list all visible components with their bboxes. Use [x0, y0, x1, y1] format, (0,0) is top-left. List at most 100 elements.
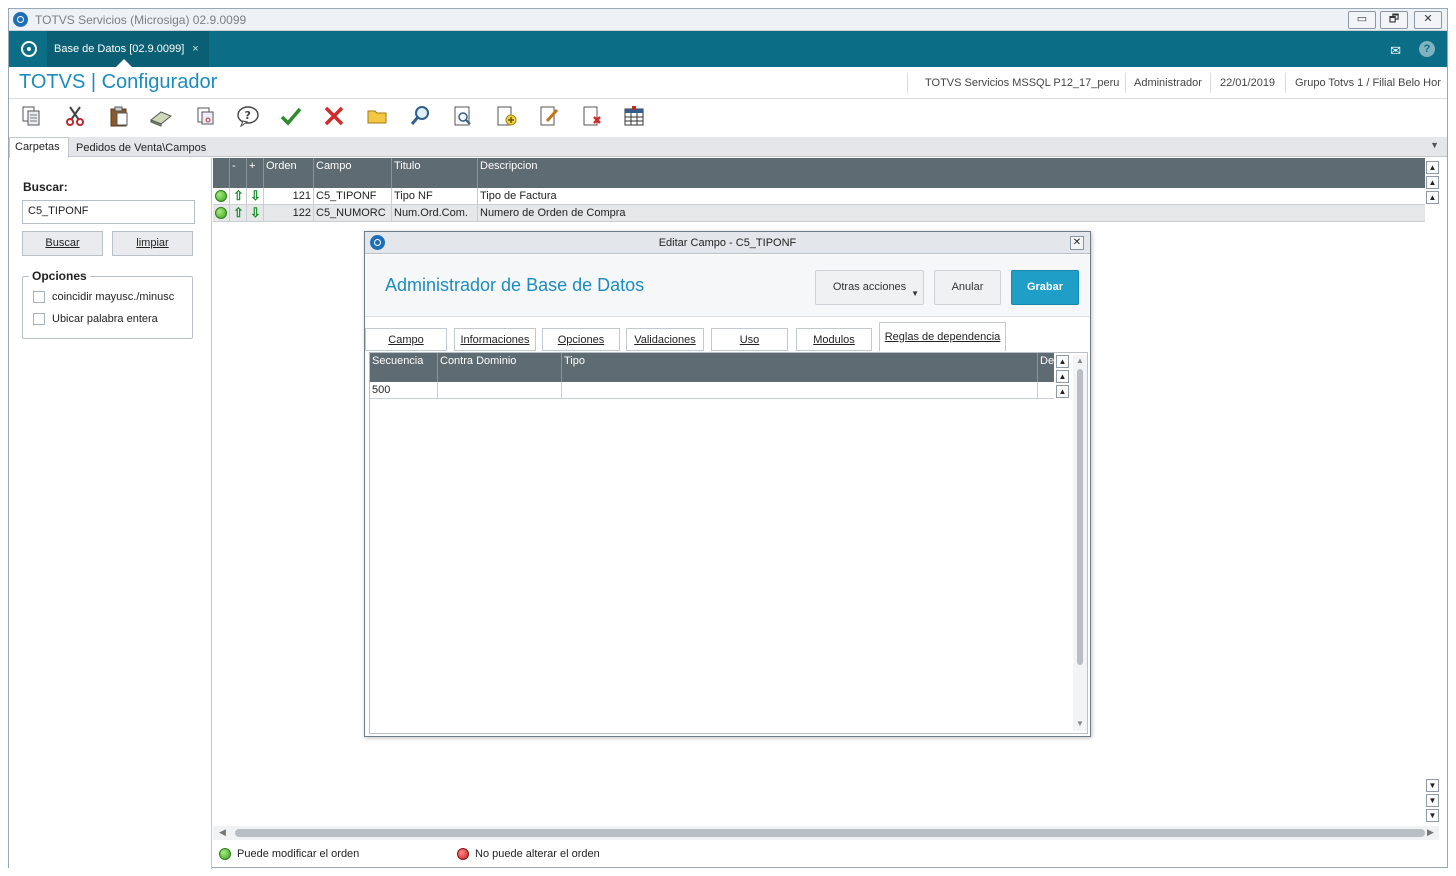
move-down-cell[interactable]: ⇩: [247, 188, 264, 205]
folder-icon[interactable]: [364, 105, 390, 131]
contra-dominio-cell: [438, 382, 562, 399]
dialog-heading: Administrador de Base de Datos: [385, 275, 645, 295]
col-orden[interactable]: Orden: [264, 158, 314, 188]
col-minus-label[interactable]: -: [230, 158, 247, 188]
scissors-copy-icon[interactable]: [192, 105, 218, 131]
scroll-left-icon[interactable]: ◀: [219, 827, 226, 838]
inner-scroll-track[interactable]: ▲ ▼: [1073, 355, 1087, 731]
save-button[interactable]: Grabar: [1011, 270, 1079, 305]
preview-icon[interactable]: [450, 105, 476, 131]
close-window-button[interactable]: ✕: [1414, 11, 1442, 29]
tab-carpetas[interactable]: Carpetas: [9, 137, 69, 158]
restore-button[interactable]: 🗗: [1380, 11, 1408, 29]
table-row[interactable]: ⇧ ⇩ 122 C5_NUMORC Num.Ord.Com. Numero de…: [213, 205, 1425, 222]
tab-campo[interactable]: Campo: [365, 328, 447, 351]
search-icon[interactable]: [407, 105, 433, 131]
table-row[interactable]: 500: [370, 382, 1054, 399]
scroll-thumb[interactable]: [1077, 369, 1083, 665]
scroll-page-down-icon[interactable]: ▼: [1426, 794, 1439, 807]
descripcion-cell: Tipo de Factura: [480, 190, 557, 202]
whole-word-checkbox[interactable]: [33, 313, 45, 325]
scroll-thumb[interactable]: [235, 829, 1425, 837]
grid-vertical-scrollbar[interactable]: ▲ ▲ ▲ ▼ ▼ ▼: [1426, 161, 1440, 831]
paste-icon[interactable]: [106, 105, 132, 131]
table-row[interactable]: ⇧ ⇩ 121 C5_TIPONF Tipo NF Tipo de Factur…: [213, 188, 1425, 205]
move-up-cell[interactable]: ⇧: [230, 188, 247, 205]
search-input[interactable]: C5_TIPONF: [22, 200, 195, 224]
edit-field-dialog: Editar Campo - C5_TIPONF ✕ Administrador…: [364, 231, 1091, 737]
delete-document-icon[interactable]: [579, 105, 605, 131]
tab-modulos[interactable]: Modulos: [796, 328, 872, 351]
arrow-up-icon[interactable]: ⇧: [233, 206, 244, 220]
scroll-up-icon[interactable]: ▲: [1426, 191, 1439, 204]
branch-label: Grupo Totvs 1 / Filial Belo Hor: [1295, 77, 1441, 89]
tab-informaciones[interactable]: Informaciones: [454, 328, 536, 351]
tab-validaciones[interactable]: Validaciones: [626, 328, 704, 351]
divider: [1210, 73, 1211, 93]
confirm-check-icon[interactable]: [278, 105, 304, 131]
page-title: TOTVS | Configurador: [19, 71, 218, 93]
scroll-page-up-icon[interactable]: ▲: [1426, 176, 1439, 189]
scroll-down-icon[interactable]: ▼: [1076, 719, 1084, 728]
tab-pedidos-campos[interactable]: Pedidos de Venta\Campos: [76, 140, 206, 156]
help-bubble-icon[interactable]: ?: [235, 105, 261, 131]
table-icon[interactable]: [621, 105, 647, 131]
add-document-icon[interactable]: [493, 105, 519, 131]
totvs-logo-icon: [13, 12, 28, 27]
grid-horizontal-scrollbar[interactable]: ◀ ▶: [213, 826, 1439, 840]
chevron-down-icon[interactable]: ▼: [1430, 140, 1439, 150]
scroll-up-icon[interactable]: ▲: [1056, 385, 1069, 398]
col-secuencia[interactable]: Secuencia: [370, 353, 438, 382]
scroll-up-icon[interactable]: ▲: [1076, 356, 1084, 365]
legend-ok-label: Puede modificar el orden: [237, 848, 360, 860]
grid-header: - + Orden Campo Titulo Descripcion: [213, 158, 1425, 188]
col-de[interactable]: De: [1038, 353, 1054, 382]
arrow-down-icon[interactable]: ⇩: [250, 189, 261, 203]
minimize-button[interactable]: ▭: [1348, 11, 1376, 29]
close-tab-icon[interactable]: ×: [192, 43, 198, 55]
arrow-up-icon[interactable]: ⇧: [233, 189, 244, 203]
green-status-icon: [219, 848, 231, 860]
col-tipo[interactable]: Tipo: [562, 353, 1038, 382]
cut-icon[interactable]: [62, 105, 88, 131]
move-up-cell[interactable]: ⇧: [230, 205, 247, 222]
search-label: Buscar:: [23, 180, 68, 194]
more-actions-button[interactable]: Otras acciones ▼: [815, 270, 924, 305]
inner-vertical-scrollbar[interactable]: ▲ ▲ ▲: [1056, 355, 1070, 731]
scroll-down-icon[interactable]: ▼: [1426, 779, 1439, 792]
app-window: TOTVS Servicios (Microsiga) 02.9.0099 ▭ …: [8, 8, 1448, 869]
scroll-top-icon[interactable]: ▲: [1056, 355, 1069, 368]
cancel-x-icon[interactable]: [321, 105, 347, 131]
move-down-cell[interactable]: ⇩: [247, 205, 264, 222]
window-title: TOTVS Servicios (Microsiga) 02.9.0099: [35, 13, 247, 27]
green-status-icon: [215, 207, 227, 219]
environment-label: TOTVS Servicios MSSQL P12_17_peru: [925, 77, 1120, 89]
scroll-bottom-icon[interactable]: ▼: [1426, 809, 1439, 822]
inner-grid-header: Secuencia Contra Dominio Tipo De: [370, 353, 1054, 382]
tipo-cell: [562, 382, 1038, 399]
search-button[interactable]: Buscar: [22, 231, 103, 256]
cancel-button[interactable]: Anular: [934, 270, 1001, 305]
tab-uso[interactable]: Uso: [711, 328, 788, 351]
edit-document-icon[interactable]: [536, 105, 562, 131]
tab-opciones[interactable]: Opciones: [542, 328, 620, 351]
home-icon[interactable]: [21, 41, 37, 57]
help-icon[interactable]: ?: [1419, 41, 1435, 57]
mail-icon[interactable]: ✉: [1390, 43, 1401, 59]
col-descripcion[interactable]: Descripcion: [478, 158, 1425, 188]
col-plus-label[interactable]: +: [247, 158, 264, 188]
scroll-page-up-icon[interactable]: ▲: [1056, 370, 1069, 383]
clear-button[interactable]: limpiar: [112, 231, 193, 256]
scroll-top-icon[interactable]: ▲: [1426, 161, 1439, 174]
tab-reglas-de-dependencia[interactable]: Reglas de dependencia: [879, 322, 1006, 351]
match-case-checkbox[interactable]: [33, 291, 45, 303]
col-campo[interactable]: Campo: [314, 158, 392, 188]
col-contra-dominio[interactable]: Contra Dominio: [438, 353, 562, 382]
col-titulo[interactable]: Titulo: [392, 158, 478, 188]
arrow-down-icon[interactable]: ⇩: [250, 206, 261, 220]
search-button-label: Buscar: [45, 237, 80, 249]
scroll-right-icon[interactable]: ▶: [1427, 827, 1434, 838]
copy-icon[interactable]: [18, 105, 44, 131]
close-icon[interactable]: ✕: [1070, 236, 1084, 250]
eraser-icon[interactable]: [148, 105, 174, 131]
